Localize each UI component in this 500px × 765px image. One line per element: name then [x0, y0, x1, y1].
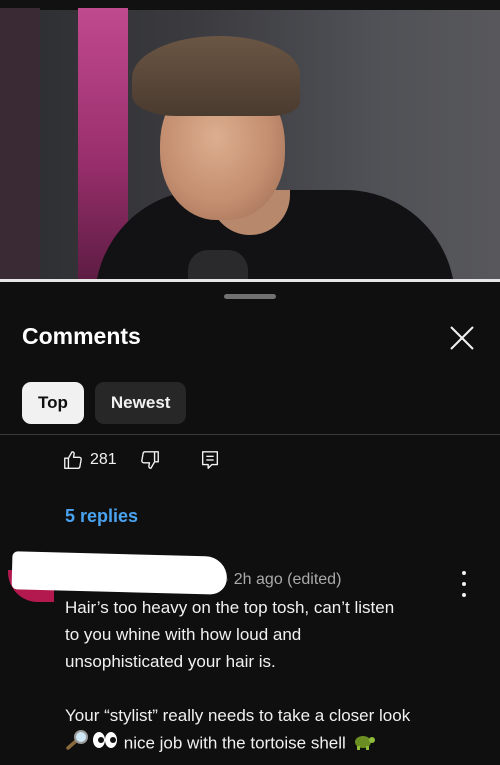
thumbs-up-icon: [64, 451, 82, 469]
microphone: [188, 250, 248, 282]
speaker-hair: [132, 36, 300, 116]
like-count: 281: [90, 451, 117, 468]
divider: [0, 434, 500, 435]
chip-top[interactable]: Top: [22, 382, 84, 424]
redacted-username: [11, 551, 228, 595]
comment-line: unsophisticated your hair is.: [65, 652, 276, 671]
comment-line: Your “stylist” really needs to take a cl…: [65, 706, 411, 725]
comments-sheet: Comments Top Newest 281 5 replies · 2h a…: [0, 284, 500, 765]
sort-chips: Top Newest: [22, 382, 187, 424]
more-dot-icon: [462, 582, 466, 586]
thumbs-down-icon: [140, 451, 159, 469]
video-player[interactable]: [0, 0, 500, 282]
comment-line: to you whine with how loud and: [65, 625, 302, 644]
comment-text: Hair’s too heavy on the top tosh, can’t …: [65, 594, 475, 759]
eyes-emoji-icon: [91, 729, 119, 759]
more-dot-icon: [462, 571, 466, 575]
comments-title: Comments: [22, 323, 141, 349]
video-progress-bar[interactable]: [0, 279, 500, 282]
app-screen: Comments Top Newest 281 5 replies · 2h a…: [0, 0, 500, 765]
close-button[interactable]: [446, 322, 478, 354]
turtle-emoji-icon: [351, 729, 377, 759]
studio-light-left: [0, 8, 40, 282]
drag-handle[interactable]: [224, 294, 276, 299]
video-top-bar: [0, 0, 500, 10]
comment-line: Hair’s too heavy on the top tosh, can’t …: [65, 598, 395, 617]
chip-newest[interactable]: Newest: [94, 382, 187, 424]
comment-timestamp: · 2h ago (edited): [224, 571, 342, 588]
like-button[interactable]: [62, 449, 84, 471]
close-icon: [450, 326, 474, 350]
comment-actions: 281: [62, 448, 221, 472]
view-replies-link[interactable]: 5 replies: [65, 506, 138, 527]
comment-reply-icon: [201, 451, 218, 469]
comment-line-text: nice job with the tortoise shell: [123, 733, 346, 753]
dislike-button[interactable]: [139, 449, 161, 471]
comment-line-with-emoji: nice job with the tortoise shell: [65, 729, 475, 759]
reply-button[interactable]: [199, 449, 221, 471]
magnifying-glass-emoji-icon: [65, 729, 91, 759]
